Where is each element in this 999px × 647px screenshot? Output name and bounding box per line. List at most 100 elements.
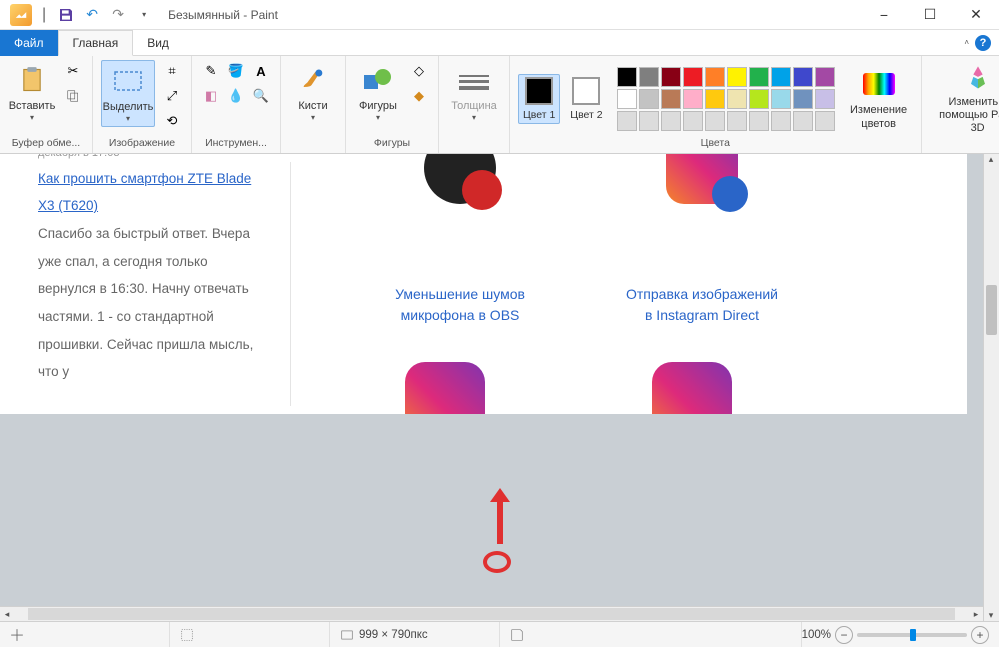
color-swatch[interactable] [793, 67, 813, 87]
canvas[interactable]: декабря в 17:03 Как прошить смартфон ZTE… [0, 154, 967, 414]
color-swatch[interactable] [727, 67, 747, 87]
window-title: Безымянный - Paint [168, 8, 278, 22]
magnifier-icon[interactable]: 🔍 [250, 85, 272, 107]
vertical-scrollbar[interactable]: ▴ ▾ [983, 154, 999, 621]
copy-icon[interactable] [62, 85, 84, 107]
rotate-icon[interactable]: ⟲ [161, 110, 183, 132]
tab-view[interactable]: Вид [133, 30, 183, 56]
collapse-ribbon-icon[interactable]: ˄ [964, 38, 969, 47]
undo-icon[interactable]: ↶ [82, 5, 102, 25]
group-colors-label: Цвета [701, 137, 730, 151]
canvas-sidebar-text: декабря в 17:03 Как прошить смартфон ZTE… [38, 154, 258, 386]
scroll-up-icon[interactable]: ▴ [984, 154, 998, 165]
separator: | [42, 6, 46, 24]
eraser-icon[interactable]: ◧ [200, 85, 222, 107]
canvas-card-2: Отправка изображений в Instagram Direct [622, 154, 782, 326]
color-swatch[interactable] [639, 111, 659, 131]
resize-icon[interactable]: ⤢ [161, 85, 183, 107]
scroll-right-icon[interactable]: ▸ [969, 609, 983, 620]
instagram-mini-2 [652, 362, 732, 414]
status-cursor-pos [0, 622, 170, 647]
color-swatch[interactable] [771, 89, 791, 109]
cut-icon[interactable]: ✂ [62, 60, 84, 82]
color-swatch[interactable] [705, 67, 725, 87]
color-swatch[interactable] [661, 67, 681, 87]
color-swatch[interactable] [661, 111, 681, 131]
color-swatch[interactable] [617, 89, 637, 109]
color-swatch[interactable] [793, 111, 813, 131]
instagram-mini-1 [405, 362, 485, 414]
fill-icon[interactable]: 🪣 [225, 60, 247, 82]
scroll-thumb[interactable] [986, 285, 997, 335]
group-clipboard: Вставить▾ ✂ Буфер обме... [0, 56, 93, 153]
tab-home[interactable]: Главная [58, 30, 134, 56]
color-swatch[interactable] [815, 89, 835, 109]
color-swatch[interactable] [639, 67, 659, 87]
select-button[interactable]: Выделить▾ [101, 60, 155, 127]
color-swatch[interactable] [793, 89, 813, 109]
edit-colors-button[interactable]: Изменение цветов [845, 64, 913, 132]
color-swatch[interactable] [683, 67, 703, 87]
color-swatch[interactable] [727, 89, 747, 109]
maximize-button[interactable]: ☐ [907, 0, 953, 30]
color-swatch[interactable] [705, 89, 725, 109]
color-swatch[interactable] [815, 67, 835, 87]
app-icon[interactable] [10, 4, 32, 26]
color-swatch[interactable] [749, 67, 769, 87]
qat-dropdown-icon[interactable]: ▾ [134, 5, 154, 25]
shapes-button[interactable]: Фигуры▾ [354, 60, 402, 125]
paste-button[interactable]: Вставить▾ [8, 60, 56, 125]
zoom-in-button[interactable]: + [971, 626, 989, 644]
canvas-card-1: Уменьшение шумов микрофона в OBS [380, 154, 540, 326]
scroll-down-icon[interactable]: ▾ [984, 610, 998, 621]
paint3d-button[interactable]: Изменить с помощью Paint 3D [930, 60, 999, 138]
color-swatch[interactable] [617, 67, 637, 87]
color-swatch[interactable] [771, 67, 791, 87]
crop-icon[interactable]: ⌗ [161, 60, 183, 82]
redo-icon[interactable]: ↷ [108, 5, 128, 25]
help-icon[interactable]: ? [975, 35, 991, 51]
status-disk [500, 622, 802, 647]
minimize-button[interactable]: − [861, 0, 907, 30]
annotation-arrow [494, 488, 506, 544]
color-swatch[interactable] [683, 111, 703, 131]
horizontal-scrollbar[interactable]: ◂ ▸ [0, 606, 983, 621]
color-swatch[interactable] [683, 89, 703, 109]
color-swatch[interactable] [815, 111, 835, 131]
group-shapes: Фигуры▾ ◇ ◆ Фигуры [346, 56, 439, 153]
zoom-label: 100% [802, 629, 831, 641]
status-dimensions: 999 × 790пкс [330, 622, 500, 647]
color-swatch[interactable] [639, 89, 659, 109]
group-image: Выделить▾ ⌗ ⤢ ⟲ Изображение [93, 56, 192, 153]
group-tools-label: Инструмен... [205, 137, 267, 151]
color-swatch[interactable] [749, 89, 769, 109]
color-swatch[interactable] [705, 111, 725, 131]
annotation-circle [483, 551, 511, 573]
outline-icon[interactable]: ◇ [408, 60, 430, 82]
pencil-icon[interactable]: ✎ [200, 60, 222, 82]
scroll-left-icon[interactable]: ◂ [0, 609, 14, 620]
color-swatch[interactable] [661, 89, 681, 109]
tab-file[interactable]: Файл [0, 30, 58, 56]
fill-shape-icon[interactable]: ◆ [408, 85, 430, 107]
color2-button[interactable]: Цвет 2 [566, 75, 606, 123]
ribbon: Вставить▾ ✂ Буфер обме... Выделить▾ ⌗ ⤢ … [0, 56, 999, 154]
group-clipboard-label: Буфер обме... [12, 137, 80, 151]
canvas-link: Как прошить смартфон ZTE Blade X3 (T620) [38, 171, 251, 214]
save-icon[interactable] [56, 5, 76, 25]
color-swatch[interactable] [727, 111, 747, 131]
zoom-out-button[interactable]: − [835, 626, 853, 644]
statusbar: 999 × 790пкс 100% − + [0, 621, 999, 647]
color1-button[interactable]: Цвет 1 [518, 74, 560, 124]
thickness-button[interactable]: Толщина▾ [447, 60, 501, 125]
brushes-button[interactable]: Кисти▾ [289, 60, 337, 125]
group-thickness: Толщина▾ [439, 56, 510, 153]
color-palette [613, 65, 839, 133]
zoom-slider[interactable] [857, 633, 967, 637]
picker-icon[interactable]: 💧 [225, 85, 247, 107]
color-swatch[interactable] [617, 111, 637, 131]
color-swatch[interactable] [771, 111, 791, 131]
close-button[interactable]: ✕ [953, 0, 999, 30]
text-icon[interactable]: A [250, 60, 272, 82]
color-swatch[interactable] [749, 111, 769, 131]
